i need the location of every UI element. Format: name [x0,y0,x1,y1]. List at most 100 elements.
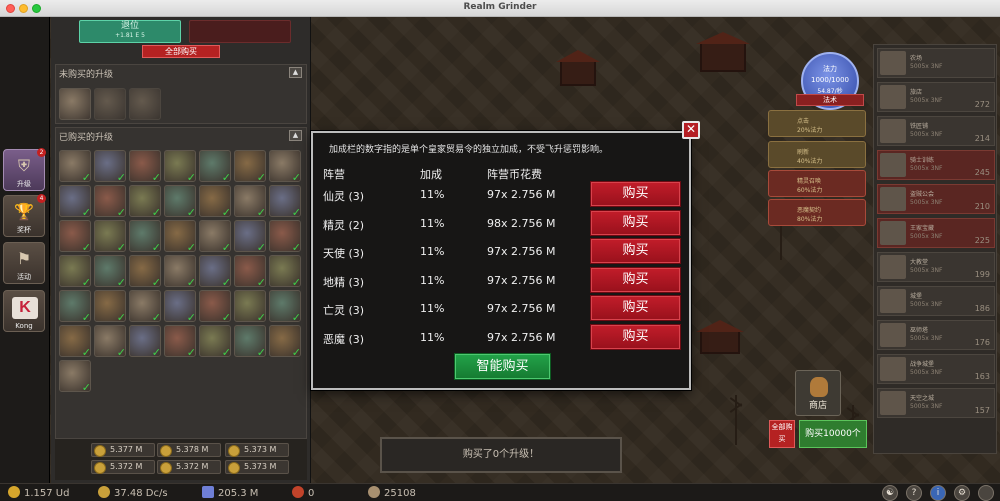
menu-icon[interactable] [978,485,994,501]
upgrade-icon[interactable]: ✓ [94,185,126,218]
building-row[interactable]: 骑士训练 5005x 3NF 245 [877,150,995,180]
collapse-button[interactable]: ▲ [289,130,302,141]
upgrade-icon[interactable]: ✓ [129,150,161,183]
upgrade-icon[interactable]: ✓ [129,220,161,253]
spell-button[interactable]: 刷新 40%法力 [768,141,866,168]
upgrade-icon[interactable]: ✓ [234,290,266,323]
buy-button[interactable]: 购买 [590,209,681,236]
upgrade-icon[interactable]: ✓ [199,150,231,183]
upgrade-icon[interactable]: ✓ [59,290,91,323]
smart-buy-button[interactable]: 智能购买 [454,353,551,380]
upgrade-icon[interactable]: ✓ [269,290,301,323]
faction-toggle-icon[interactable]: ☯ [882,485,898,501]
upgrade-icon[interactable]: ✓ [269,185,301,218]
upgrade-icon[interactable]: ✓ [234,185,266,218]
building-row[interactable]: 天空之城 5005x 3NF 157 [877,388,995,418]
upgrade-icon[interactable]: ✓ [234,325,266,358]
spells-button[interactable]: 法术 [796,94,864,106]
upgrade-icon[interactable]: ✓ [199,325,231,358]
close-icon[interactable]: ✕ [682,121,700,139]
upgrade-icon[interactable]: ✓ [129,255,161,288]
spell-cost: 20%法力 [797,127,823,134]
coin-cost: 97x 2.756 M [487,188,556,201]
upgrade-icon[interactable]: ✓ [164,220,196,253]
building-row[interactable]: 旅店 5005x 3NF 272 [877,82,995,112]
upgrade-icon[interactable] [129,88,161,120]
category-events[interactable]: ⚑ 活动 [3,242,45,284]
upgrade-icon[interactable]: ✓ [269,150,301,183]
upgrade-icon[interactable]: ✓ [199,255,231,288]
building-row[interactable]: 巫师塔 5005x 3NF 176 [877,320,995,350]
abdicate-button[interactable] [189,20,291,43]
retire-button[interactable]: 退位 +1.81 E 5 [79,20,181,43]
check-icon: ✓ [81,381,91,394]
upgrade-icon[interactable]: ✓ [129,325,161,358]
upgrade-icon[interactable]: ✓ [199,185,231,218]
upgrade-icon[interactable]: ✓ [94,220,126,253]
dialog-note: 加成栏的数字指的是单个皇家贸易令的独立加成，不受飞升惩罚影响。 [329,145,609,155]
upgrade-icon[interactable]: ✓ [164,150,196,183]
upgrade-icon[interactable]: ✓ [59,220,91,254]
check-icon: ✓ [186,346,196,359]
coin-cost: 97x 2.756 M [487,331,556,344]
building-icon [880,119,906,143]
upgrade-icon[interactable]: ✓ [269,325,301,358]
spell-button[interactable]: 点击 20%法力 [768,110,866,137]
building-row[interactable]: 城堡 5005x 3NF 186 [877,286,995,316]
upgrade-icon[interactable]: ✓ [59,325,91,358]
upgrade-icon[interactable]: ✓ [164,185,196,218]
category-kong[interactable]: K Kong [3,290,45,332]
building-row[interactable]: 王家宝藏 5005x 3NF 225 [877,218,995,248]
buy-all-buildings-button[interactable]: 全部购买 [769,420,795,448]
upgrade-icon[interactable]: ✓ [59,255,91,288]
upgrade-icon[interactable]: ✓ [269,255,301,288]
upgrade-icon[interactable]: ✓ [199,290,231,323]
notification-badge: 4 [37,194,46,203]
category-upgrades[interactable]: ⛨ 2 升级 [3,148,46,191]
gold-coin-icon [8,486,20,498]
buy-button[interactable]: 购买 [590,181,681,207]
upgrade-icon[interactable]: ✓ [94,255,126,288]
upgrade-icon[interactable]: ✓ [59,185,91,218]
category-trophies[interactable]: 🏆 4 奖杯 [3,194,46,237]
building-row[interactable]: 铁匠铺 5005x 3NF 214 [877,116,995,146]
message-box: 购买了0个升级！ [380,437,622,473]
upgrade-icon[interactable]: ✓ [269,220,301,253]
collapse-button[interactable]: ▲ [289,67,302,78]
trade-order-dialog: 加成栏的数字指的是单个皇家贸易令的独立加成，不受飞升惩罚影响。 阵营 加成 阵营… [311,131,691,390]
buy-button[interactable]: 购买 [590,324,681,350]
buy-all-upgrades-button[interactable]: 全部购买 [142,45,220,58]
upgrade-icon[interactable]: ✓ [234,220,266,253]
building-row[interactable]: 战争城堡 5005x 3NF 163 [877,354,995,384]
buy-quantity-button[interactable]: 购买10000个 [799,420,867,448]
upgrade-icon[interactable]: ✓ [164,290,196,323]
building-row[interactable]: 大教堂 5005x 3NF 199 [877,252,995,282]
upgrade-icon[interactable]: ✓ [164,325,196,359]
upgrade-icon[interactable] [59,88,91,120]
building-count: 210 [974,202,990,211]
check-icon: ✓ [81,241,91,254]
upgrade-icon[interactable]: ✓ [129,185,161,218]
upgrade-icon[interactable]: ✓ [234,150,266,183]
help-icon[interactable]: ? [906,485,922,501]
spell-button[interactable]: 精灵召唤 60%法力 [768,170,866,197]
building-row[interactable]: 农场 5005x 3NF [877,48,995,78]
buy-button[interactable]: 购买 [590,266,681,293]
upgrade-icon[interactable]: ✓ [199,220,231,253]
buy-button[interactable]: 购买 [590,238,681,265]
spell-button[interactable]: 恶魔契约 80%法力 [768,199,866,226]
shop-button[interactable]: 商店 [795,370,841,416]
upgrade-icon[interactable]: ✓ [129,290,161,323]
upgrade-icon[interactable]: ✓ [94,290,126,323]
upgrade-icon[interactable]: ✓ [94,150,126,183]
upgrade-icon[interactable]: ✓ [59,360,91,394]
upgrade-icon[interactable]: ✓ [164,255,196,288]
upgrade-icon[interactable] [94,88,126,120]
settings-icon[interactable]: ⚙ [954,485,970,501]
upgrade-icon[interactable]: ✓ [59,150,91,183]
upgrade-icon[interactable]: ✓ [94,325,126,358]
building-row[interactable]: 盗贼公会 5005x 3NF 210 [877,184,995,214]
upgrade-icon[interactable]: ✓ [234,255,266,288]
buy-button[interactable]: 购买 [590,295,681,322]
info-icon[interactable]: i [930,485,946,501]
